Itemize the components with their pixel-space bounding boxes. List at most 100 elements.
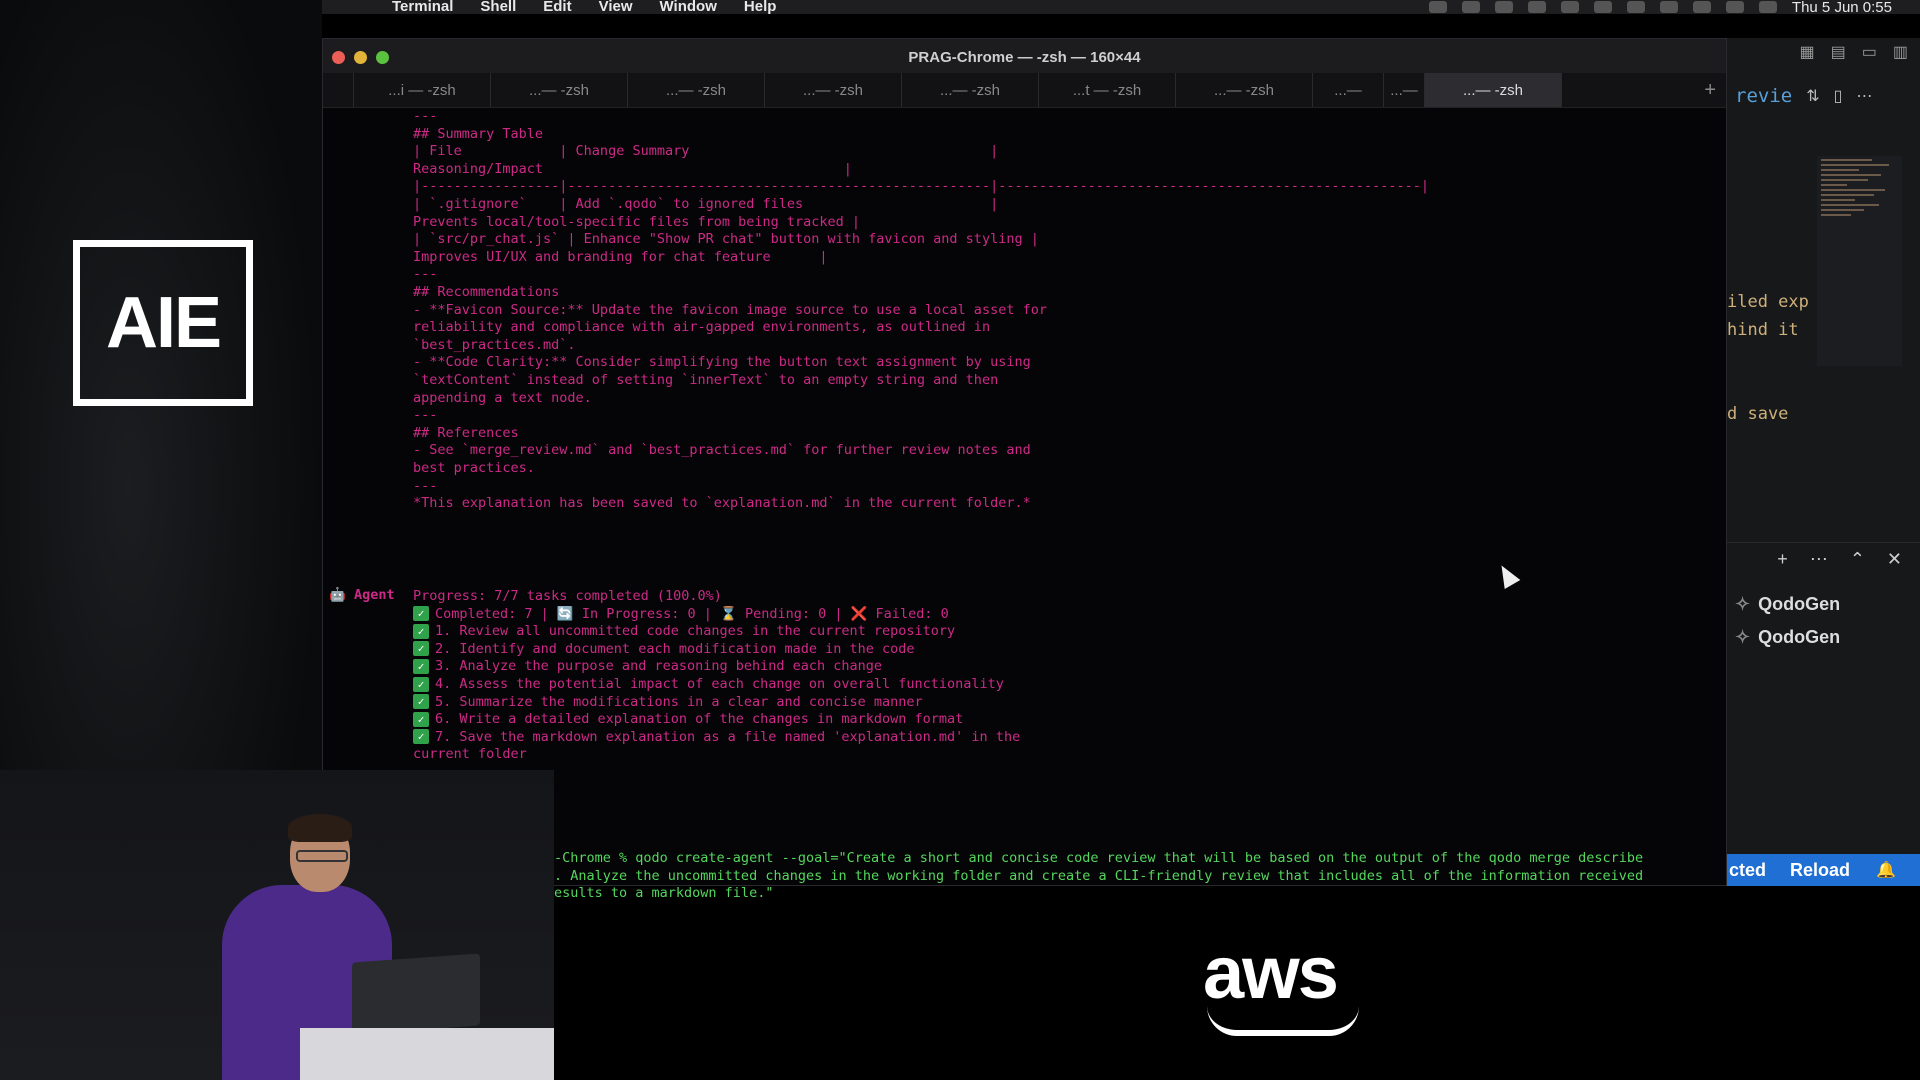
- panel-toolbar: + ⋯ ⌃ ✕: [1727, 542, 1920, 576]
- aws-smile-icon: [1207, 1006, 1359, 1036]
- check-icon: ✓: [413, 641, 429, 657]
- aie-logo: AIE: [73, 240, 253, 406]
- code-line: d save: [1727, 404, 1789, 424]
- output-line: ## Summary Table: [413, 125, 544, 142]
- output-line: Improves UI/UX and branding for chat fea…: [413, 248, 828, 265]
- output-line: - **Code Clarity:** Consider simplifying…: [413, 354, 1031, 371]
- battery-icon[interactable]: [1692, 1, 1711, 13]
- split-icon[interactable]: ▥: [1893, 42, 1908, 62]
- tray-icon[interactable]: [1428, 1, 1447, 13]
- more-icon[interactable]: ⋯: [1856, 86, 1872, 106]
- terminal-tab[interactable]: ...— -zsh: [1176, 73, 1313, 107]
- laptop: [352, 953, 480, 1035]
- zoom-icon[interactable]: [1461, 1, 1480, 13]
- tray-icon[interactable]: [1494, 1, 1513, 13]
- git-compare-icon[interactable]: ⇅: [1806, 86, 1819, 106]
- play-icon[interactable]: [1659, 1, 1678, 13]
- output-line: ---: [413, 266, 438, 283]
- command-line[interactable]: . Analyze the uncommitted changes in the…: [554, 867, 1643, 885]
- terminal-tab[interactable]: ...— -zsh: [902, 73, 1039, 107]
- reload-button[interactable]: Reload: [1790, 860, 1850, 881]
- aws-logo: aws: [1203, 931, 1339, 1014]
- menu-app-terminal[interactable]: Terminal: [392, 0, 453, 14]
- output-line: `textContent` instead of setting `innerT…: [413, 372, 999, 388]
- output-line: Progress: 7/7 tasks completed (100.0%): [413, 588, 722, 604]
- terminal-tab[interactable]: ...—: [1384, 73, 1425, 107]
- terminal-tab[interactable]: ...t — -zsh: [1039, 73, 1176, 107]
- output-line: best practices.: [413, 460, 535, 476]
- menu-shell[interactable]: Shell: [480, 0, 516, 14]
- command-line[interactable]: -Chrome % qodo create-agent --goal="Crea…: [554, 849, 1643, 867]
- terminal-tab[interactable]: ...i — -zsh: [354, 73, 491, 107]
- output-line: - See `merge_review.md` and `best_practi…: [413, 442, 1031, 459]
- output-line: ## References: [413, 424, 519, 441]
- terminal-window: PRAG-Chrome — -zsh — 160×44 ...i — -zsh …: [322, 38, 1727, 901]
- check-icon: ✓: [413, 694, 429, 710]
- editor-tab-label[interactable]: revie: [1735, 85, 1792, 107]
- output-line: reliability and compliance with air-gapp…: [413, 319, 991, 336]
- task-item: ✓ 6. Write a detailed explanation of the …: [413, 710, 963, 728]
- menubar-clock[interactable]: Thu 5 Jun 0:55: [1792, 0, 1892, 14]
- terminal-tab-bar: ...i — -zsh ...— -zsh ...— -zsh ...— -zs…: [323, 73, 1726, 108]
- menu-window[interactable]: Window: [660, 0, 717, 14]
- mouse-cursor: [1493, 560, 1521, 590]
- terminal-tab[interactable]: ...— -zsh: [491, 73, 628, 107]
- wifi-icon[interactable]: [1725, 1, 1744, 13]
- sidebar-toggle-icon[interactable]: ▤: [1831, 42, 1846, 62]
- menu-edit[interactable]: Edit: [543, 0, 571, 14]
- terminal-tab-active[interactable]: ...— -zsh: [1425, 73, 1562, 107]
- task-item: ✓ Completed: 7 | 🔄 In Progress: 0 | ⌛ Pen…: [413, 605, 949, 623]
- output-line: ---: [413, 407, 438, 424]
- terminal-tab[interactable]: ...— -zsh: [765, 73, 902, 107]
- search-icon[interactable]: [1758, 1, 1777, 13]
- layout-icons: ▦ ▤ ▭ ▥: [1727, 38, 1920, 66]
- speaker-video: [0, 770, 554, 1080]
- window-title: PRAG-Chrome — -zsh — 160×44: [908, 49, 1141, 66]
- agent-label: 🤖 Agent: [329, 587, 395, 603]
- menu-view[interactable]: View: [599, 0, 633, 14]
- task-item: ✓ 4. Assess the potential impact of each …: [413, 675, 1004, 693]
- terminal-tab[interactable]: ...—: [1313, 73, 1384, 107]
- check-icon: ✓: [413, 711, 429, 727]
- terminal-tab[interactable]: ...— -zsh: [628, 73, 765, 107]
- new-tab-icon[interactable]: +: [1704, 79, 1716, 102]
- tray-icon[interactable]: [1593, 1, 1612, 13]
- tray-icon[interactable]: [1560, 1, 1579, 13]
- sparkle-icon: ✧: [1735, 594, 1751, 614]
- task-item: ✓ 1. Review all uncommitted code changes …: [413, 622, 955, 640]
- close-icon[interactable]: ✕: [1887, 549, 1902, 570]
- bell-icon[interactable]: 🔔: [1876, 860, 1896, 880]
- output-line: ---: [413, 477, 438, 494]
- aie-logo-text: AIE: [105, 283, 222, 363]
- command-line[interactable]: esults to a markdown file.": [554, 884, 773, 902]
- mac-menubar: Terminal Shell Edit View Window Help Thu…: [322, 0, 1920, 14]
- add-icon[interactable]: +: [1777, 549, 1788, 570]
- code-line: hind it: [1727, 320, 1799, 340]
- moon-icon[interactable]: [1626, 1, 1645, 13]
- status-bar: cted Reload 🔔: [1727, 854, 1920, 886]
- layout-icon[interactable]: ▦: [1800, 42, 1815, 62]
- speaker-glasses: [296, 850, 348, 862]
- chevron-up-icon[interactable]: ⌃: [1850, 549, 1865, 570]
- output-line: | File | Change Summary |: [413, 143, 999, 160]
- tray-icon[interactable]: [1527, 1, 1546, 13]
- menu-help[interactable]: Help: [744, 0, 777, 14]
- task-item: ✓ 7. Save the markdown explanation as a f…: [413, 728, 1020, 746]
- podium: [300, 1028, 554, 1080]
- minimap[interactable]: [1817, 156, 1902, 366]
- check-icon: ✓: [413, 676, 429, 692]
- connection-status[interactable]: cted: [1729, 860, 1766, 881]
- output-line: | `src/pr_chat.js` | Enhance "Show PR ch…: [413, 231, 1039, 248]
- terminal-output[interactable]: 🤖 Agent --- ## Summary Table | File | Chan…: [323, 107, 1726, 901]
- output-line: appending a text node.: [413, 389, 592, 406]
- output-line: - **Favicon Source:** Update the favicon…: [413, 301, 1047, 318]
- panel-toggle-icon[interactable]: ▭: [1862, 42, 1877, 62]
- qodogen-item[interactable]: ✧ QodoGen: [1735, 627, 1840, 648]
- qodogen-item[interactable]: ✧ QodoGen: [1735, 594, 1840, 615]
- tab-overflow[interactable]: [323, 73, 354, 107]
- menubar-tray: Thu 5 Jun 0:55: [1428, 0, 1892, 14]
- more-icon[interactable]: ⋯: [1810, 549, 1828, 570]
- output-line: |-----------------|---------------------…: [413, 178, 1429, 195]
- split-editor-icon[interactable]: ▯: [1834, 86, 1843, 106]
